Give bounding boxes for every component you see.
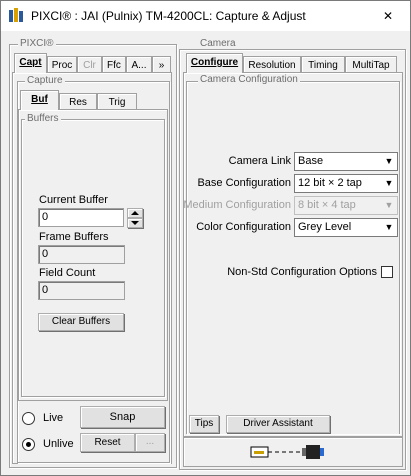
camera-frame-label: Camera: [198, 38, 238, 49]
base-configuration-select[interactable]: 12 bit × 2 tap ▼: [294, 174, 398, 193]
pixci-frame-label: PIXCI®: [18, 38, 56, 49]
chevron-down-icon: ▼: [384, 222, 394, 232]
chevron-down-icon: ▼: [384, 178, 394, 188]
field-count-label: Field Count: [39, 267, 96, 279]
nonstd-options-checkbox[interactable]: [381, 266, 393, 278]
camera-configuration-frame: [186, 81, 400, 434]
color-configuration-label: Color Configuration: [196, 221, 291, 233]
title-bar[interactable]: PIXCI® : JAI (Pulnix) TM-4200CL: Capture…: [1, 1, 410, 31]
cable-status-panel: [183, 437, 403, 467]
app-icon: [9, 8, 23, 22]
reset-options-button[interactable]: ...: [135, 433, 165, 452]
camera-link-select[interactable]: Base ▼: [294, 152, 398, 171]
live-label: Live: [43, 412, 64, 424]
color-configuration-select[interactable]: Grey Level ▼: [294, 218, 398, 237]
spin-up-icon[interactable]: [127, 208, 143, 218]
current-buffer-label: Current Buffer: [39, 194, 108, 206]
close-icon[interactable]: ✕: [365, 1, 411, 31]
clear-buffers-button[interactable]: Clear Buffers: [38, 313, 124, 331]
capture-frame-label: Capture: [25, 75, 65, 86]
spin-down-icon[interactable]: [127, 218, 143, 228]
frame-buffers-field: 0: [38, 245, 125, 264]
app-window: PIXCI® : JAI (Pulnix) TM-4200CL: Capture…: [0, 0, 411, 476]
nonstd-options-label: Non-Std Configuration Options: [227, 266, 377, 278]
unlive-label: Unlive: [43, 438, 74, 450]
buffers-frame-label: Buffers: [25, 113, 61, 124]
medium-configuration-select: 8 bit × 4 tap ▼: [294, 196, 398, 215]
field-count-field: 0: [38, 281, 125, 300]
tab-capt[interactable]: Capt: [14, 53, 47, 73]
tab-configure[interactable]: Configure: [186, 53, 243, 73]
medium-configuration-label: Medium Configuration: [183, 199, 291, 211]
current-buffer-input[interactable]: 0: [38, 208, 124, 227]
chevron-down-icon: ▼: [384, 200, 394, 210]
tips-button[interactable]: Tips: [189, 415, 219, 433]
tab-buf[interactable]: Buf: [20, 90, 59, 110]
driver-assistant-button[interactable]: Driver Assistant: [226, 415, 330, 433]
base-configuration-label: Base Configuration: [197, 177, 291, 189]
window-title: PIXCI® : JAI (Pulnix) TM-4200CL: Capture…: [31, 9, 306, 23]
camera-link-label: Camera Link: [228, 155, 291, 167]
chevron-down-icon: ▼: [384, 156, 394, 166]
frame-buffers-label: Frame Buffers: [39, 231, 109, 243]
camera-configuration-label: Camera Configuration: [198, 74, 300, 85]
unlive-radio[interactable]: [22, 438, 35, 451]
snap-button[interactable]: Snap: [80, 406, 165, 428]
camera-cable-icon: [250, 445, 324, 459]
live-radio[interactable]: [22, 412, 35, 425]
reset-button[interactable]: Reset: [80, 433, 135, 452]
